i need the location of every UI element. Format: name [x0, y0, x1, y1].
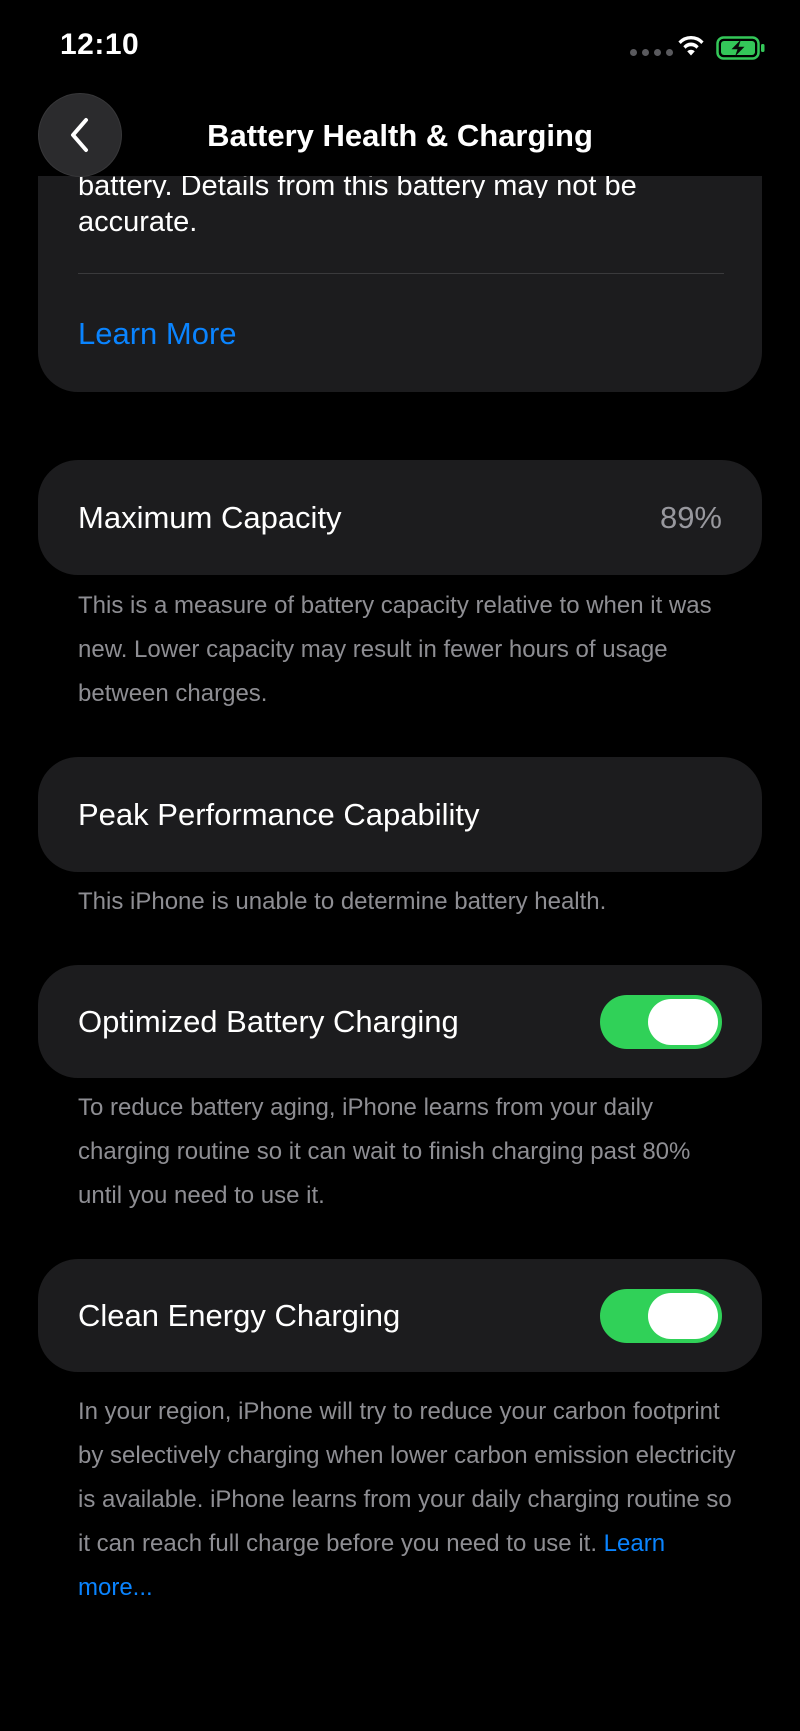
notice-text: accurate. [78, 206, 198, 238]
peak-performance-row: Peak Performance Capability [38, 757, 762, 872]
wifi-icon [678, 35, 704, 56]
battery-notice-card: battery. Details from this battery may n… [38, 176, 762, 392]
maximum-capacity-row: Maximum Capacity 89% [38, 460, 762, 575]
page-title: Battery Health & Charging [207, 118, 593, 153]
maximum-capacity-label: Maximum Capacity [78, 499, 342, 535]
toggle-knob [648, 998, 718, 1045]
optimized-charging-footer: To reduce battery aging, iPhone learns f… [78, 1094, 691, 1209]
toggle-knob [648, 1292, 718, 1339]
clean-energy-label: Clean Energy Charging [78, 1297, 401, 1333]
battery-charging-icon [716, 36, 765, 60]
optimized-charging-toggle[interactable] [600, 994, 722, 1049]
status-time: 12:10 [60, 28, 140, 61]
divider [78, 273, 724, 274]
status-bar: 12:10 [0, 0, 800, 96]
notice-text-partial: battery. Details from this battery may n… [78, 176, 637, 198]
learn-more-link[interactable]: Learn More [78, 316, 237, 352]
signal-dots-icon [630, 49, 673, 56]
peak-performance-footer: This iPhone is unable to determine batte… [78, 888, 607, 915]
clean-energy-footer: In your region, iPhone will try to reduc… [78, 1390, 738, 1610]
maximum-capacity-footer: This is a measure of battery capacity re… [78, 592, 712, 707]
peak-performance-label: Peak Performance Capability [78, 796, 480, 832]
optimized-charging-row: Optimized Battery Charging [38, 965, 762, 1078]
maximum-capacity-value: 89% [659, 499, 722, 535]
optimized-charging-label: Optimized Battery Charging [78, 1003, 459, 1039]
clean-energy-toggle[interactable] [600, 1288, 722, 1343]
clean-energy-row: Clean Energy Charging [38, 1259, 762, 1372]
